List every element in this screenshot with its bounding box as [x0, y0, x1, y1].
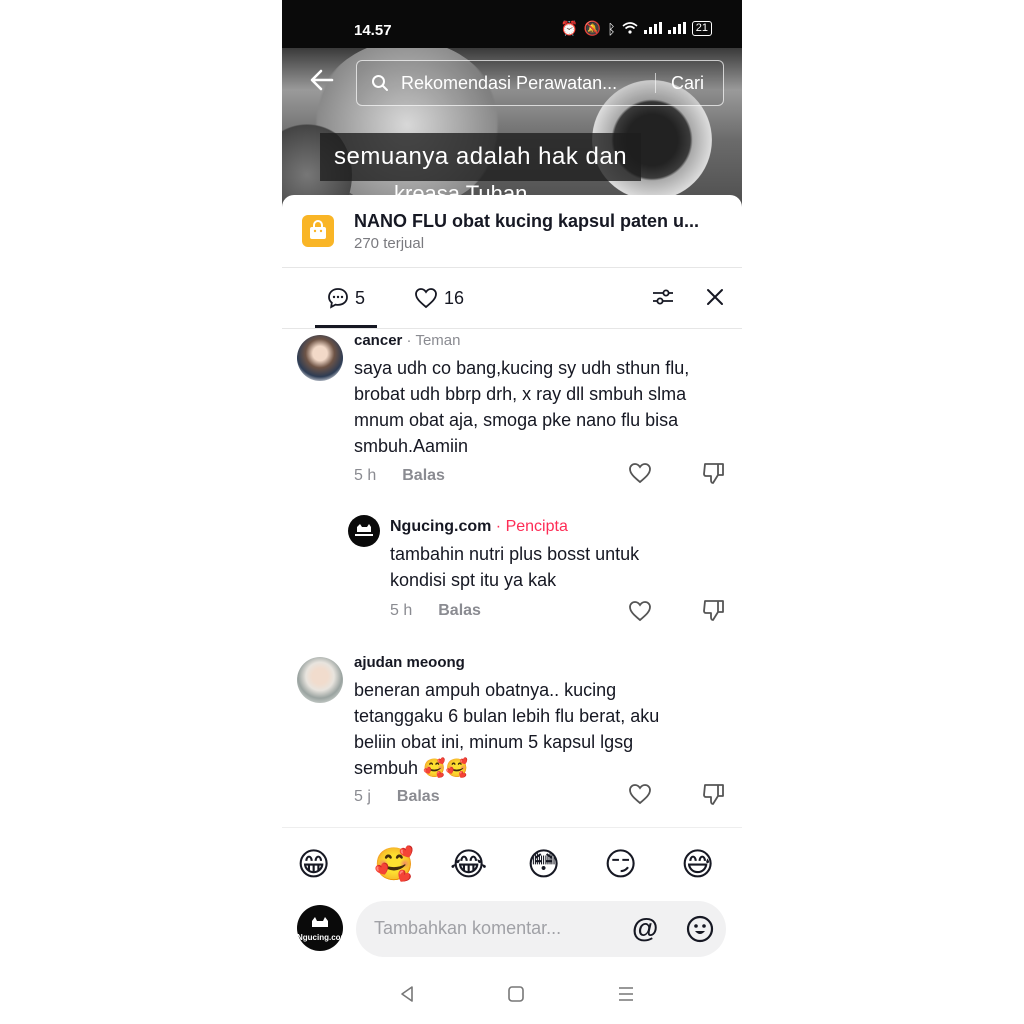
comment-input-bar: Ngucing.com Tambahkan komentar... @	[282, 895, 742, 965]
alarm-icon: ⏰	[560, 20, 578, 36]
comment-text: beneran ampuh obatnya.. kucing tetanggak…	[354, 680, 660, 778]
system-nav-bar	[282, 975, 742, 1015]
dislike-icon[interactable]	[703, 782, 725, 806]
comment-meta: 5 h Balas	[390, 602, 481, 620]
nav-menu-icon[interactable]	[617, 985, 635, 1003]
nav-back-icon[interactable]	[398, 985, 416, 1003]
active-tab-indicator	[315, 325, 377, 328]
emoji-quick-bar: 😁 🥰 😂 😳 😏 😅	[282, 827, 742, 898]
search-query[interactable]: Rekomendasi Perawatan...	[401, 73, 617, 94]
avatar[interactable]	[348, 515, 380, 547]
filter-sliders-icon[interactable]	[652, 286, 674, 308]
comment-username[interactable]: ajudan meoong	[354, 654, 465, 671]
emoji-button[interactable]: 😂	[450, 846, 487, 882]
like-heart-icon[interactable]	[628, 462, 652, 484]
comment-time: 5 h	[390, 602, 413, 619]
comment-tabs: 5 16	[282, 267, 742, 329]
emoji-button[interactable]: 😳	[527, 846, 560, 882]
status-bar: 14.57 ⏰ 🔕 ᛒ 21	[282, 0, 742, 48]
comment-meta: 5 h Balas	[354, 467, 445, 485]
dislike-icon[interactable]	[703, 461, 725, 485]
video-background[interactable]: 14.57 ⏰ 🔕 ᛒ 21 Rekomendasi Perawatan... …	[282, 0, 742, 215]
product-banner[interactable]: NANO FLU obat kucing kapsul paten u... 2…	[282, 195, 742, 268]
avatar[interactable]	[297, 335, 343, 381]
comment-time: 5 j	[354, 788, 371, 805]
signal-icon-2	[667, 21, 686, 37]
comment-bubble-icon	[328, 288, 348, 309]
reply-button[interactable]: Balas	[438, 602, 481, 619]
product-sold-count: 270 terjual	[354, 235, 425, 252]
back-arrow-icon[interactable]	[308, 66, 336, 94]
like-heart-icon[interactable]	[628, 783, 652, 805]
heart-icon	[415, 288, 437, 309]
video-caption: semuanya adalah hak dan	[320, 133, 642, 181]
likes-count: 16	[444, 287, 465, 308]
comment-text: tambahin nutri plus bosst untuk kondisi …	[390, 544, 640, 590]
battery-indicator: 21	[691, 21, 712, 36]
comment-meta: 5 j Balas	[354, 788, 440, 806]
emoji-button[interactable]: 😁	[297, 846, 330, 882]
reply-button[interactable]: Balas	[397, 788, 440, 805]
wifi-icon	[622, 21, 638, 37]
tab-likes[interactable]: 16	[414, 287, 464, 309]
shopping-bag-icon	[302, 215, 334, 247]
mention-button[interactable]: @	[632, 913, 658, 944]
like-heart-icon[interactable]	[628, 600, 652, 622]
comment-text: saya udh co bang,kucing sy udh sthun flu…	[354, 358, 690, 456]
close-icon[interactable]	[706, 286, 724, 308]
comment-username[interactable]: Ngucing.com · Pencipta	[390, 518, 568, 536]
bluetooth-icon: ᛒ	[607, 20, 616, 37]
comment-time: 5 h	[354, 467, 377, 484]
status-icons: ⏰ 🔕 ᛒ 21	[560, 20, 712, 37]
emoji-picker-icon[interactable]	[686, 915, 714, 943]
search-divider	[655, 73, 656, 93]
nav-home-icon[interactable]	[507, 985, 525, 1003]
emoji-button[interactable]: 😏	[604, 846, 637, 882]
my-avatar[interactable]: Ngucing.com	[297, 905, 348, 951]
comments-sheet: NANO FLU obat kucing kapsul paten u... 2…	[282, 195, 742, 1024]
dislike-icon[interactable]	[703, 598, 725, 622]
search-bar[interactable]: Rekomendasi Perawatan... Cari	[356, 60, 724, 106]
status-time: 14.57	[354, 22, 392, 39]
phone-screen: 14.57 ⏰ 🔕 ᛒ 21 Rekomendasi Perawatan... …	[282, 0, 742, 1024]
comment-placeholder: Tambahkan komentar...	[374, 918, 562, 938]
my-avatar-text: Ngucing.com	[297, 933, 348, 942]
comments-count: 5	[355, 287, 366, 308]
product-title[interactable]: NANO FLU obat kucing kapsul paten u...	[354, 211, 699, 232]
emoji-button[interactable]: 😅	[681, 846, 714, 882]
search-submit-button[interactable]: Cari	[671, 73, 704, 94]
search-icon	[372, 75, 388, 91]
comment-input[interactable]: Tambahkan komentar... @	[356, 901, 726, 957]
reply-button[interactable]: Balas	[402, 467, 445, 484]
avatar[interactable]	[297, 657, 343, 703]
comment-username[interactable]: cancer · Teman	[354, 332, 460, 349]
mute-icon: 🔕	[583, 20, 602, 36]
tab-comments[interactable]: 5	[327, 287, 365, 309]
signal-icon	[643, 21, 662, 37]
emoji-button[interactable]: 🥰	[374, 846, 414, 882]
